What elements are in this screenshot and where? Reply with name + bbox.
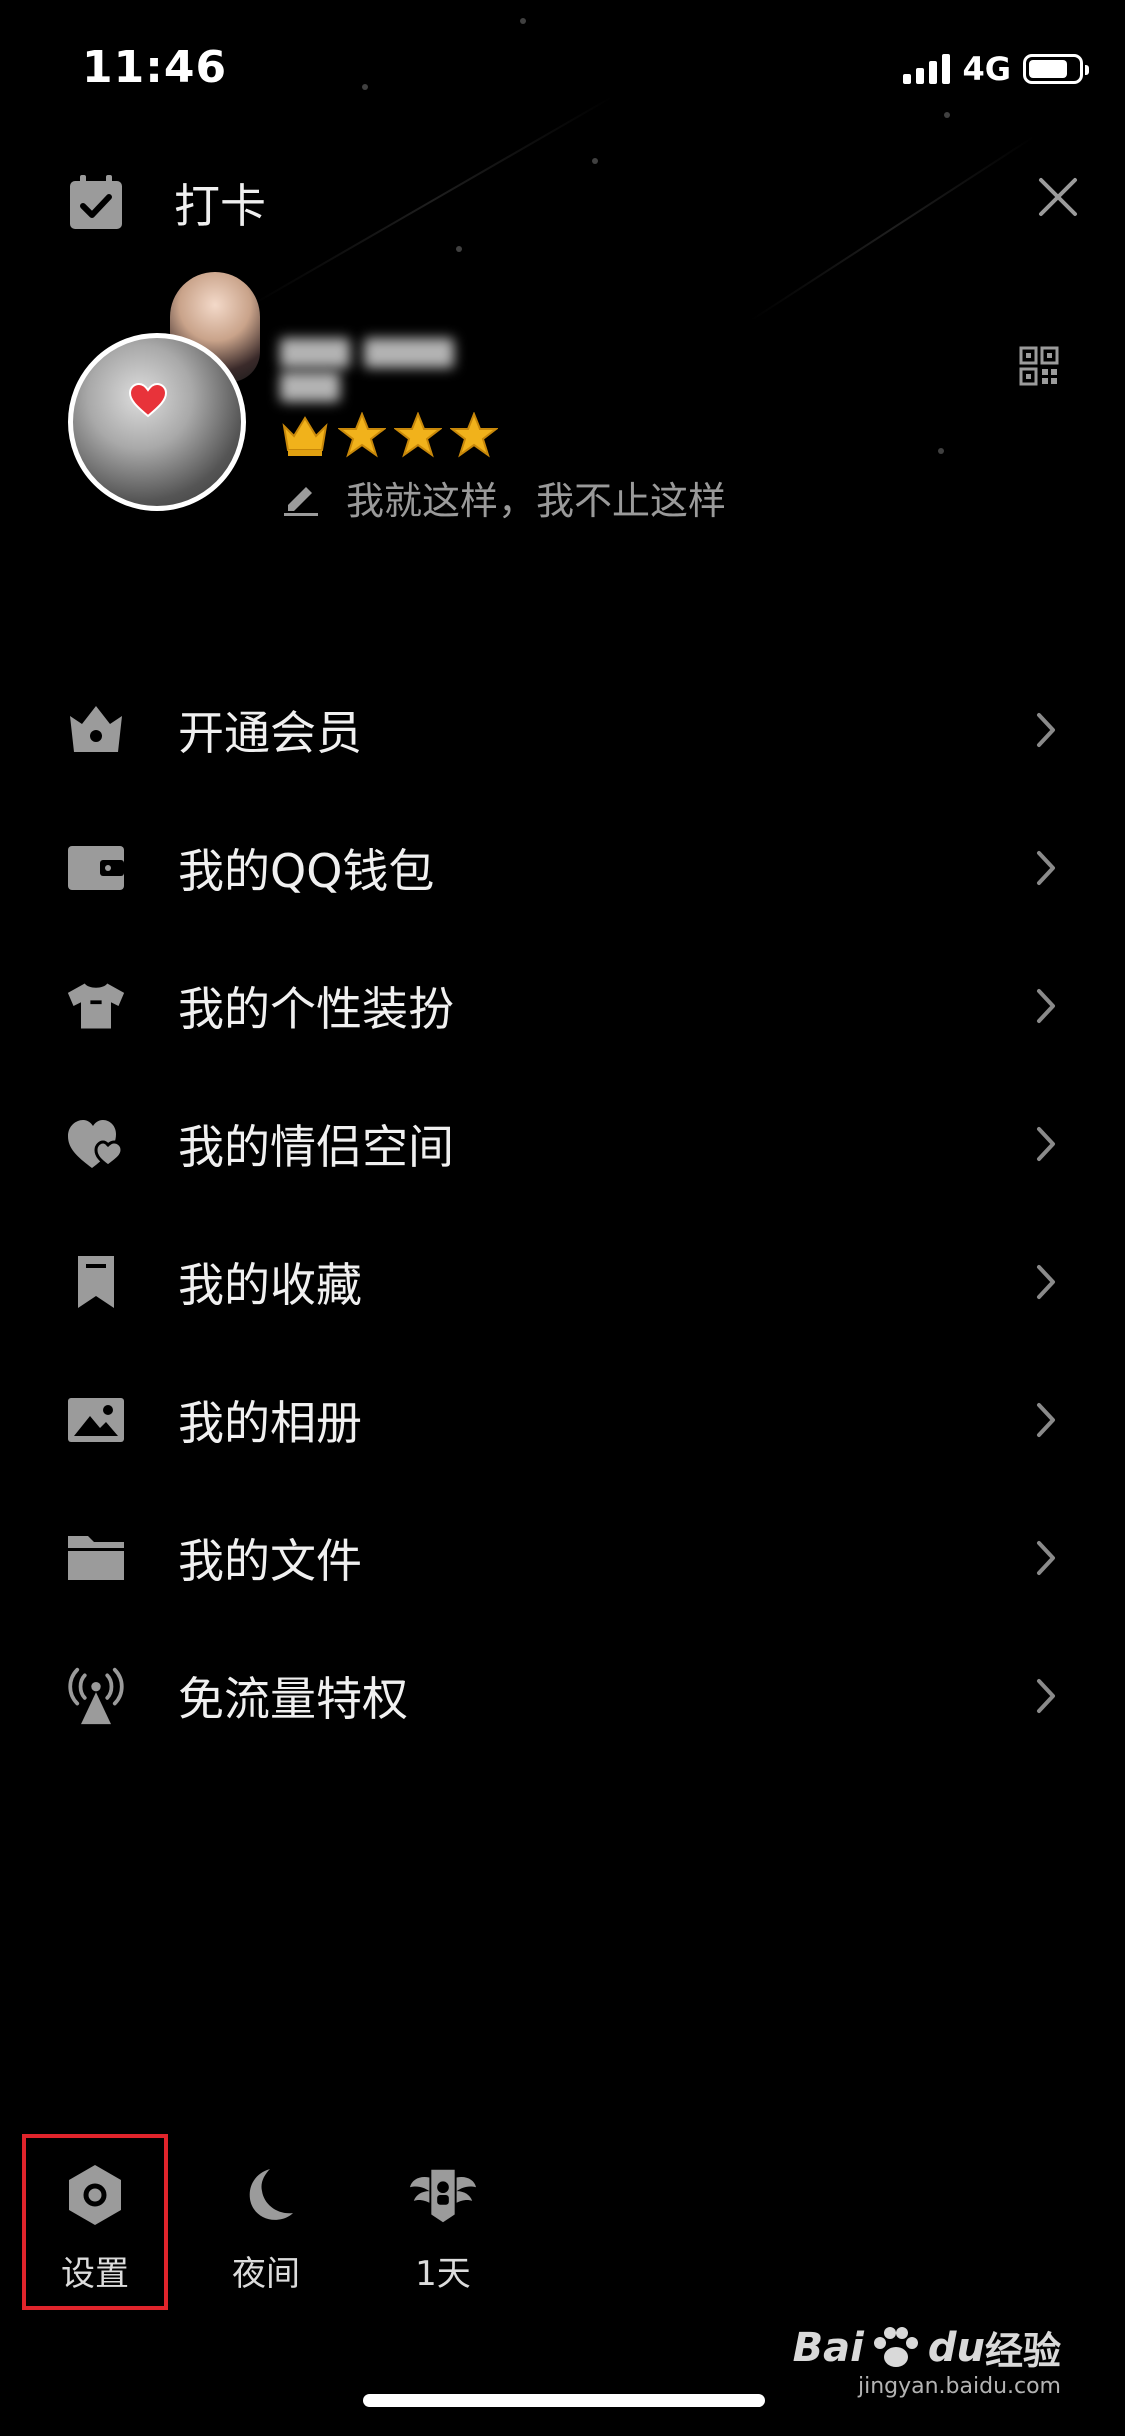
crown-icon — [282, 416, 328, 456]
star-icon — [394, 412, 442, 458]
screen: 11:46 4G 打卡 我就这样，我不止这样 开通会员 我的QQ钱包 我的个性装… — [0, 0, 1125, 2436]
watermark-url: jingyan.baidu.com — [857, 2374, 1061, 2399]
paw-logo-icon — [873, 2326, 918, 2367]
menu-item-label: 我的情侣空间 — [178, 1120, 454, 1174]
menu-item-theme[interactable]: 我的个性装扮 — [0, 937, 1125, 1075]
star-icon — [338, 412, 386, 458]
chevron-right-icon — [1037, 1403, 1055, 1437]
chevron-right-icon — [1037, 1541, 1055, 1575]
decor-streak — [249, 95, 615, 307]
heart-icon — [128, 382, 168, 418]
menu-item-wallet[interactable]: 我的QQ钱包 — [0, 799, 1125, 937]
status-icons: 4G — [903, 50, 1089, 88]
drawer-bottom-bar: 设置 夜间 1天 — [0, 2130, 1125, 2330]
chevron-right-icon — [1037, 1265, 1055, 1299]
watermark-brand: Bai — [792, 2324, 864, 2371]
chevron-right-icon — [1037, 1679, 1055, 1713]
decor-star — [944, 112, 950, 118]
decor-star — [520, 18, 526, 24]
menu-item-free-data[interactable]: 免流量特权 — [0, 1627, 1125, 1765]
wallet-icon — [66, 838, 126, 898]
photo-icon — [66, 1390, 126, 1450]
signal-tower-icon — [66, 1666, 126, 1726]
night-mode-button[interactable]: 夜间 — [196, 2160, 336, 2295]
chevron-right-icon — [1037, 713, 1055, 747]
watermark-brand-2: du — [927, 2324, 985, 2371]
battery-icon — [1023, 54, 1089, 84]
cellular-signal-icon — [903, 54, 951, 84]
tshirt-icon — [66, 976, 126, 1036]
watermark-suffix: 经验 — [984, 2329, 1061, 2373]
highlight-annotation — [22, 2134, 168, 2310]
qq-level[interactable] — [280, 412, 498, 458]
menu-item-label: 我的QQ钱包 — [178, 844, 435, 898]
signature-text: 我就这样，我不止这样 — [346, 479, 727, 523]
avatar[interactable] — [68, 333, 246, 511]
decor-star — [362, 84, 368, 90]
menu-item-label: 我的文件 — [178, 1534, 362, 1588]
night-mode-label: 夜间 — [232, 2254, 300, 2294]
home-indicator[interactable] — [363, 2394, 765, 2407]
menu-item-favorites[interactable]: 我的收藏 — [0, 1213, 1125, 1351]
menu-item-label: 开通会员 — [178, 706, 362, 760]
decor-star — [938, 448, 944, 454]
menu-item-label: 我的个性装扮 — [178, 982, 454, 1036]
winged-badge-icon — [408, 2160, 478, 2230]
checkin-days-button[interactable]: 1天 — [373, 2160, 513, 2295]
menu-item-vip[interactable]: 开通会员 — [0, 661, 1125, 799]
chevron-right-icon — [1037, 1127, 1055, 1161]
bookmark-icon — [66, 1252, 126, 1312]
qr-code-icon[interactable] — [1019, 346, 1059, 386]
couple-heart-icon — [66, 1114, 126, 1174]
menu-item-label: 免流量特权 — [178, 1672, 408, 1726]
menu-item-files[interactable]: 我的文件 — [0, 1489, 1125, 1627]
vip-icon — [66, 700, 126, 760]
checkin-label: 打卡 — [174, 179, 266, 233]
checkin-days-label: 1天 — [415, 2254, 471, 2294]
signature-row[interactable]: 我就这样，我不止这样 — [282, 470, 726, 525]
menu-item-label: 我的收藏 — [178, 1258, 362, 1312]
menu-item-album[interactable]: 我的相册 — [0, 1351, 1125, 1489]
close-icon[interactable] — [1033, 172, 1083, 222]
chevron-right-icon — [1037, 851, 1055, 885]
folder-icon — [66, 1528, 126, 1588]
star-icon — [450, 412, 498, 458]
moon-icon — [231, 2160, 301, 2230]
checkin-row[interactable]: 打卡 — [66, 170, 266, 236]
baidu-watermark: Bai du 经验 jingyan.baidu.com — [792, 2320, 1061, 2400]
decor-star — [592, 158, 598, 164]
status-time: 11:46 — [82, 42, 228, 93]
decor-streak — [749, 134, 1036, 322]
battery-fill — [1029, 60, 1068, 78]
menu-item-couple-space[interactable]: 我的情侣空间 — [0, 1075, 1125, 1213]
menu-item-label: 我的相册 — [178, 1396, 362, 1450]
network-type: 4G — [962, 50, 1011, 88]
calendar-check-icon — [70, 175, 122, 229]
edit-pencil-icon — [284, 486, 318, 516]
drawer-menu: 开通会员 我的QQ钱包 我的个性装扮 我的情侣空间 我的收藏 我的相册 我的文件… — [0, 661, 1125, 1765]
chevron-right-icon — [1037, 989, 1055, 1023]
decor-star — [456, 246, 462, 252]
nickname-redacted — [280, 338, 540, 402]
